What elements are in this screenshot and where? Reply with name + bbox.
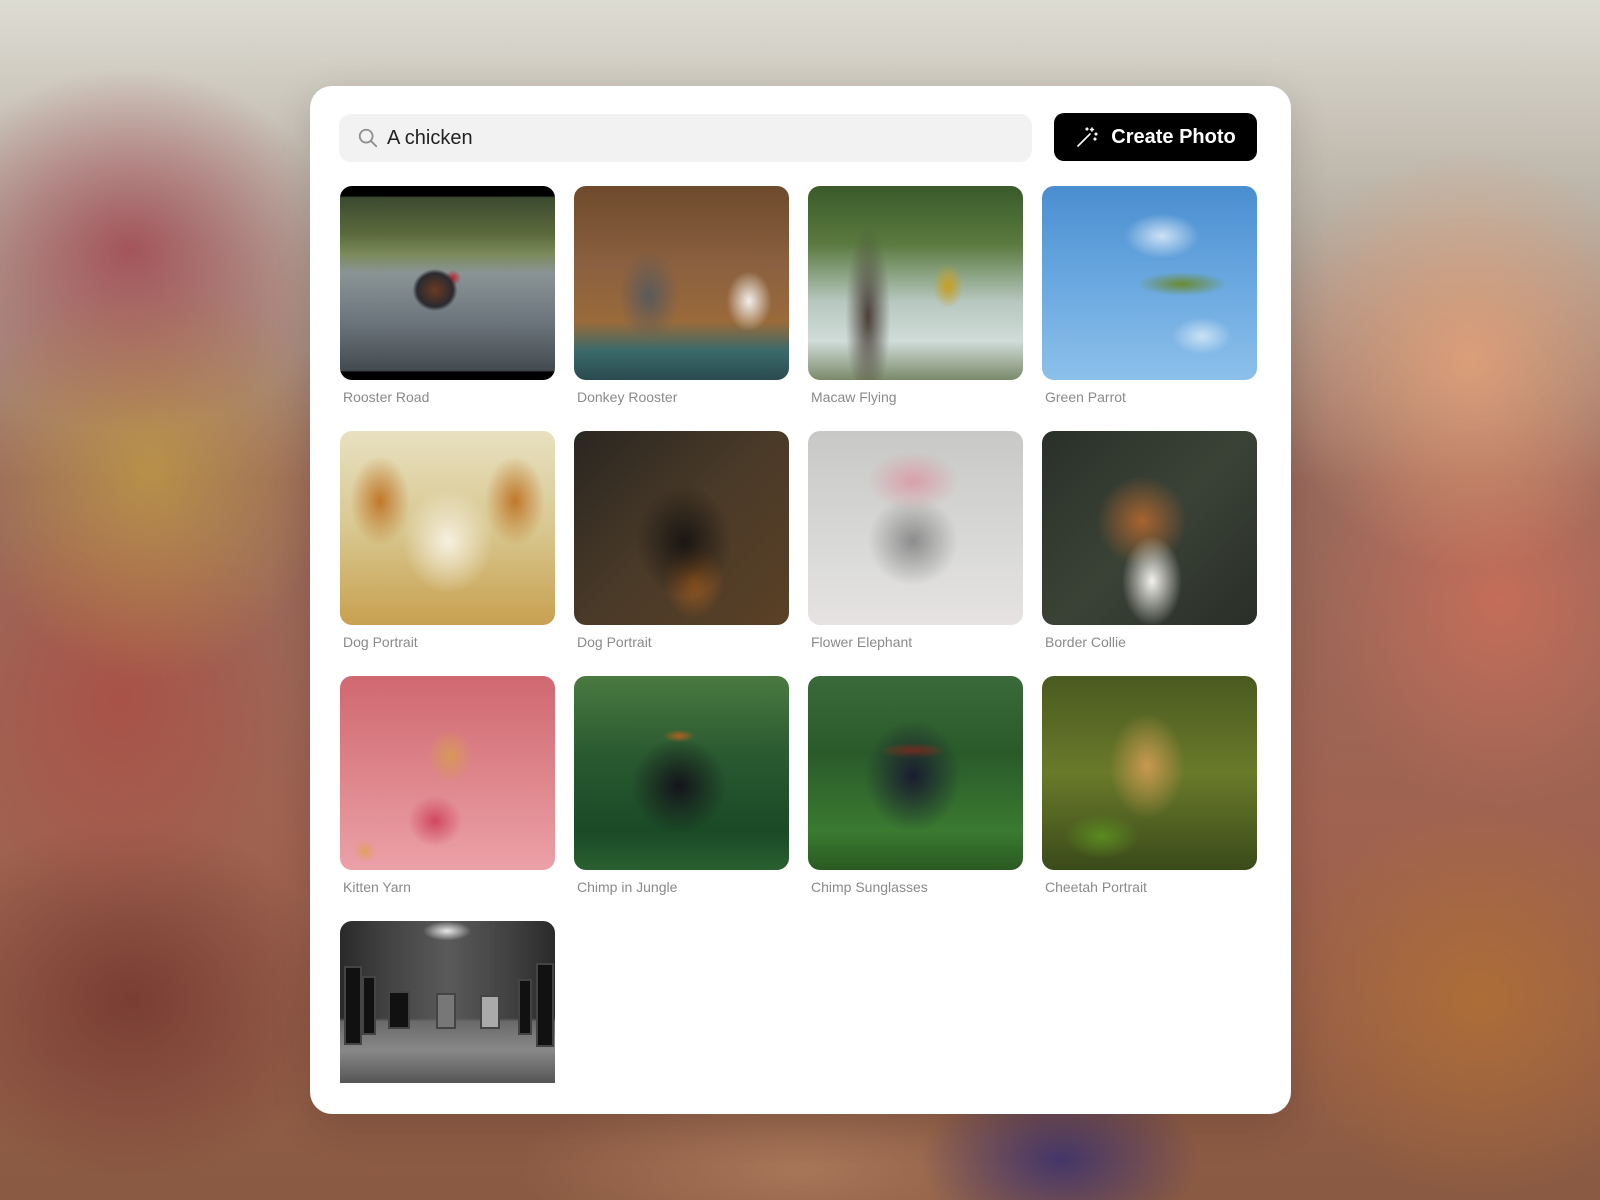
photo-thumbnail[interactable]	[574, 676, 789, 870]
painting-frame	[436, 993, 456, 1029]
photo-label: Rooster Road	[343, 389, 430, 405]
photo-thumbnail[interactable]	[340, 676, 555, 870]
photo-thumbnail[interactable]	[340, 921, 555, 1083]
photo-card[interactable]: Dog Portrait	[340, 431, 555, 676]
photo-card[interactable]: Chimp Sunglasses	[808, 676, 1023, 921]
photo-card[interactable]: Rooster Road	[340, 186, 555, 431]
photo-card[interactable]: Flower Elephant	[808, 431, 1023, 676]
photo-label: Kitten Yarn	[343, 879, 411, 895]
photo-label: Cheetah Portrait	[1045, 879, 1147, 895]
painting-frame	[388, 991, 410, 1029]
photo-label: Green Parrot	[1045, 389, 1126, 405]
painting-frame	[518, 979, 532, 1035]
search-input[interactable]	[387, 114, 1032, 162]
photo-card[interactable]: Macaw Flying	[808, 186, 1023, 431]
photo-label: Chimp in Jungle	[577, 879, 678, 895]
photo-card[interactable]	[340, 921, 555, 1114]
photo-thumbnail[interactable]	[340, 431, 555, 625]
create-photo-button[interactable]: Create Photo	[1054, 113, 1257, 161]
search-icon	[358, 128, 378, 148]
photo-card[interactable]: Dog Portrait	[574, 431, 789, 676]
painting-frame	[536, 963, 554, 1047]
photo-label: Dog Portrait	[577, 634, 652, 650]
photo-thumbnail[interactable]	[808, 186, 1023, 380]
photo-thumbnail[interactable]	[1042, 431, 1257, 625]
photo-label: Macaw Flying	[811, 389, 897, 405]
photo-card[interactable]: Kitten Yarn	[340, 676, 555, 921]
magic-wand-icon	[1077, 127, 1099, 147]
search-bar[interactable]	[339, 114, 1032, 162]
photo-thumbnail[interactable]	[574, 186, 789, 380]
photo-label: Chimp Sunglasses	[811, 879, 928, 895]
photo-label: Flower Elephant	[811, 634, 913, 650]
photo-label: Border Collie	[1045, 634, 1126, 650]
photo-grid: Rooster Road Donkey Rooster Macaw Flying…	[340, 186, 1257, 1114]
photo-card[interactable]: Cheetah Portrait	[1042, 676, 1257, 921]
photo-card[interactable]: Green Parrot	[1042, 186, 1257, 431]
photo-card[interactable]: Border Collie	[1042, 431, 1257, 676]
photo-card[interactable]: Donkey Rooster	[574, 186, 789, 431]
top-bar: Create Photo	[339, 113, 1257, 162]
photo-label: Dog Portrait	[343, 634, 418, 650]
create-photo-label: Create Photo	[1111, 125, 1236, 148]
photo-thumbnail[interactable]	[808, 676, 1023, 870]
photo-thumbnail[interactable]	[1042, 186, 1257, 380]
painting-frame	[480, 995, 500, 1029]
photo-thumbnail[interactable]	[808, 431, 1023, 625]
photo-thumbnail[interactable]	[574, 431, 789, 625]
painting-frame	[344, 966, 362, 1045]
photo-thumbnail[interactable]	[340, 186, 555, 380]
photo-label: Donkey Rooster	[577, 389, 678, 405]
photo-card[interactable]: Chimp in Jungle	[574, 676, 789, 921]
painting-frame	[362, 976, 376, 1035]
photo-thumbnail[interactable]	[1042, 676, 1257, 870]
photo-picker-panel: Create Photo Rooster Road Donkey Rooster…	[310, 86, 1291, 1114]
